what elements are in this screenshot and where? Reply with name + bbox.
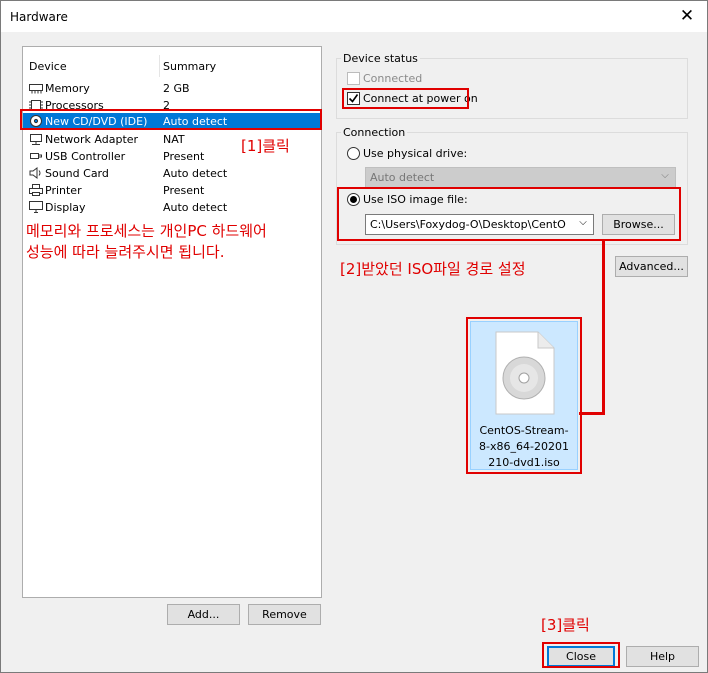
device-summary: Present bbox=[163, 184, 205, 197]
sound-card-icon bbox=[29, 167, 41, 179]
device-summary: Auto detect bbox=[163, 167, 228, 180]
usb-controller-icon bbox=[30, 153, 42, 159]
title-bar: Hardware ✕ bbox=[1, 1, 707, 32]
device-summary: Present bbox=[163, 150, 205, 163]
connection-title: Connection bbox=[341, 126, 408, 139]
annotation-step3: [3]클릭 bbox=[541, 616, 590, 634]
device-summary: Auto detect bbox=[163, 201, 228, 214]
printer-icon bbox=[29, 184, 43, 196]
connector-line-vertical bbox=[602, 241, 605, 415]
highlight-box-iso bbox=[337, 187, 681, 241]
device-row-memory[interactable]: Memory 2 GB bbox=[23, 80, 321, 97]
help-button[interactable]: Help bbox=[626, 646, 699, 667]
device-name: Network Adapter bbox=[45, 133, 139, 146]
highlight-box-connect-at-power-on bbox=[342, 88, 469, 109]
add-button[interactable]: Add... bbox=[167, 604, 240, 625]
annotation-note-line1: 메모리와 프로세스는 개인PC 하드웨어 bbox=[26, 222, 267, 240]
device-name: Display bbox=[45, 201, 86, 214]
window-title: Hardware bbox=[10, 10, 68, 24]
hardware-dialog: Hardware ✕ Device Summary Memory 2 GB Pr… bbox=[0, 0, 708, 673]
physical-drive-value: Auto detect bbox=[370, 171, 435, 184]
remove-button[interactable]: Remove bbox=[248, 604, 321, 625]
advanced-button[interactable]: Advanced... bbox=[615, 256, 688, 277]
device-row-sound-card[interactable]: Sound Card Auto detect bbox=[23, 165, 321, 182]
device-summary: 2 GB bbox=[163, 82, 190, 95]
column-header-summary[interactable]: Summary bbox=[163, 60, 216, 73]
use-physical-drive-label: Use physical drive: bbox=[363, 147, 468, 160]
highlight-box-cd-dvd bbox=[20, 109, 322, 130]
annotation-step2: [2]받았던 ISO파일 경로 설정 bbox=[340, 260, 526, 278]
device-status-title: Device status bbox=[341, 52, 420, 65]
use-physical-drive-radio[interactable] bbox=[347, 147, 360, 160]
close-icon[interactable]: ✕ bbox=[677, 6, 697, 26]
chevron-down-icon: ⌵ bbox=[661, 170, 669, 181]
memory-icon bbox=[29, 84, 43, 94]
connected-label: Connected bbox=[363, 72, 423, 85]
network-adapter-icon bbox=[30, 134, 42, 145]
physical-drive-select[interactable]: Auto detect ⌵ bbox=[365, 167, 676, 188]
connected-checkbox[interactable] bbox=[347, 72, 360, 85]
device-name: Memory bbox=[45, 82, 90, 95]
device-row-display[interactable]: Display Auto detect bbox=[23, 199, 321, 216]
annotation-note-line2: 성능에 따라 늘려주시면 됩니다. bbox=[26, 243, 225, 261]
column-separator bbox=[159, 55, 160, 77]
connector-line-horizontal bbox=[579, 412, 605, 415]
device-summary: NAT bbox=[163, 133, 185, 146]
device-row-printer[interactable]: Printer Present bbox=[23, 182, 321, 199]
display-icon bbox=[29, 201, 43, 213]
annotation-step1: [1]클릭 bbox=[241, 137, 290, 155]
highlight-box-close bbox=[542, 642, 620, 668]
device-name: Printer bbox=[45, 184, 82, 197]
device-name: USB Controller bbox=[45, 150, 126, 163]
column-header-device[interactable]: Device bbox=[29, 60, 67, 73]
device-name: Sound Card bbox=[45, 167, 109, 180]
highlight-box-iso-file bbox=[466, 317, 582, 474]
